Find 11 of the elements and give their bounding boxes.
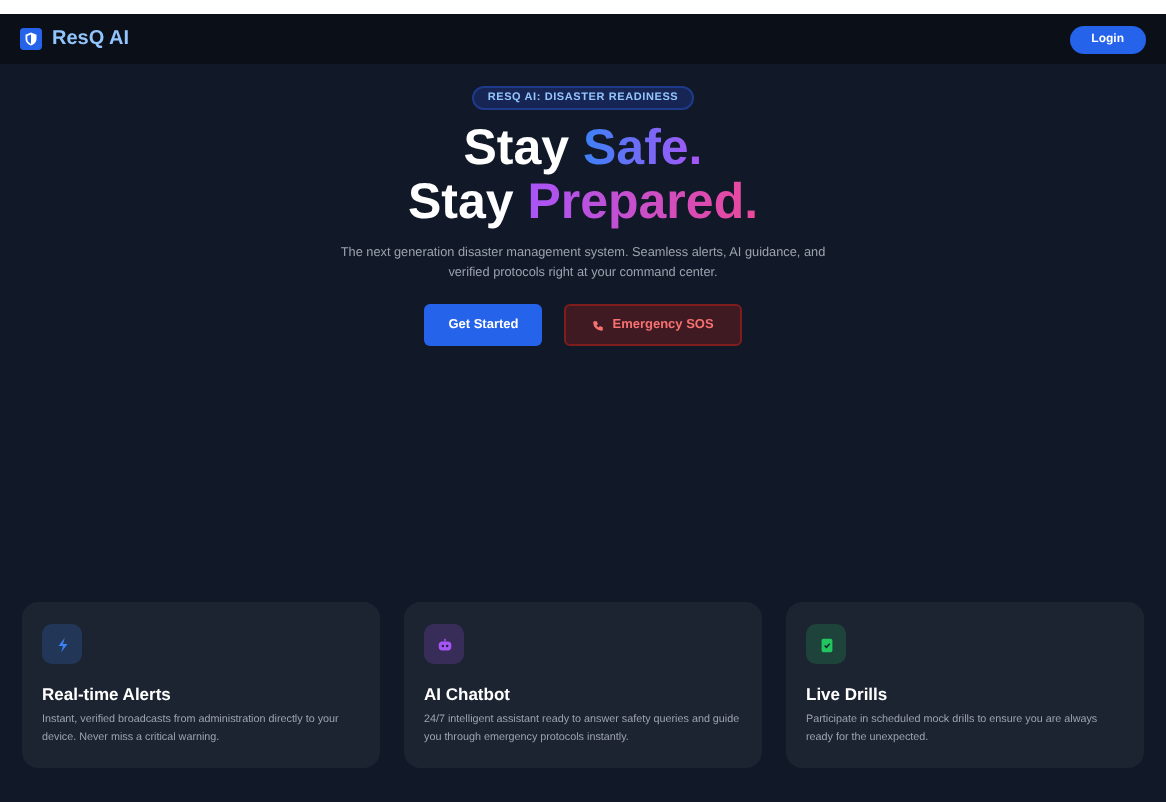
headline: Stay Prepared. [407, 176, 759, 230]
feature-title: AI Chatbot [424, 684, 512, 704]
robot-icon [435, 635, 453, 653]
phone-icon [592, 319, 605, 331]
feature-title: Real-time Alerts [42, 684, 173, 704]
headline: Stay Safe. [463, 122, 703, 176]
feature-title: Live Drills [806, 684, 890, 704]
shield-icon [20, 28, 42, 50]
brand-name: ResQ AI [52, 28, 130, 50]
lightning-icon [53, 635, 71, 653]
clipboard-check-icon [817, 635, 835, 653]
